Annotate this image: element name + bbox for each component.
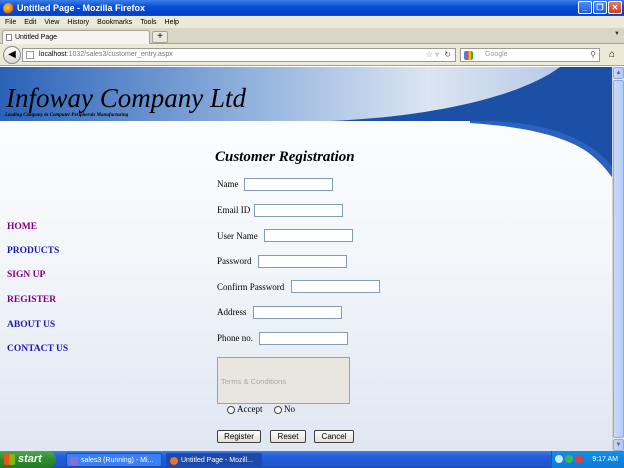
nav-about-link[interactable]: ABOUT US (7, 320, 55, 330)
maximize-button[interactable]: ❐ (593, 1, 607, 14)
firefox-icon (3, 2, 14, 14)
no-radio[interactable] (274, 406, 282, 414)
menu-tools[interactable]: Tools (140, 19, 156, 26)
vertical-scrollbar[interactable]: ▲ ▼ (612, 67, 624, 451)
url-host: localhost (39, 51, 67, 58)
page-content: Infoway Company Ltd Leading Company in C… (0, 67, 612, 451)
menu-view[interactable]: View (44, 19, 59, 26)
taskbar-item-label: Untitled Page - Mozill... (181, 457, 253, 464)
scrollbar-thumb[interactable] (613, 80, 624, 438)
bookmark-star-icon[interactable]: ☆ ▿ (426, 49, 439, 61)
nav-products-link[interactable]: PRODUCTS (7, 246, 59, 256)
navigation-bar: ◀ localhost:1032/sales3/customer_entry.a… (0, 44, 624, 66)
reload-icon[interactable]: ↻ (444, 49, 451, 61)
tab-untitled-page[interactable]: Untitled Page (2, 30, 150, 44)
accept-radio[interactable] (227, 406, 235, 414)
start-label: start (18, 453, 42, 465)
taskbar: start sales3 (Running) - Mi... Untitled … (0, 451, 624, 468)
tab-bar: Untitled Page + ▼ (0, 28, 624, 44)
taskbar-item-firefox[interactable]: Untitled Page - Mozill... (166, 453, 262, 467)
phone-label: Phone no. (217, 333, 253, 343)
page-icon (6, 34, 12, 41)
menu-bookmarks[interactable]: Bookmarks (97, 19, 132, 26)
confirm-password-label: Confirm Password (217, 282, 285, 292)
new-tab-button[interactable]: + (152, 31, 168, 43)
window-controls: _ ❐ ✕ (578, 1, 622, 14)
visual-studio-icon (70, 457, 78, 465)
tab-label: Untitled Page (15, 34, 58, 41)
menu-edit[interactable]: Edit (24, 19, 36, 26)
nav-register-link[interactable]: REGISTER (7, 295, 56, 305)
username-label: User Name (217, 231, 258, 241)
menu-file[interactable]: File (5, 19, 16, 26)
system-tray: 9:17 AM (551, 451, 624, 468)
register-button[interactable]: Register (217, 430, 261, 443)
nav-signup-link[interactable]: SIGN UP (7, 270, 45, 280)
company-name: Infoway Company Ltd (6, 83, 246, 113)
nav-contact-link[interactable]: CONTACT US (7, 344, 68, 354)
reset-button[interactable]: Reset (270, 430, 306, 443)
phone-field[interactable] (259, 332, 348, 345)
taskbar-item-sales3[interactable]: sales3 (Running) - Mi... (66, 453, 162, 467)
start-button[interactable]: start (0, 451, 56, 468)
address-label: Address (217, 307, 247, 317)
form-title: Customer Registration (215, 149, 355, 165)
search-icon[interactable]: ⚲ (590, 49, 596, 61)
window-title: Untitled Page - Mozilla Firefox (17, 3, 146, 13)
email-label: Email ID (217, 205, 251, 215)
alert-icon[interactable] (575, 455, 583, 463)
email-field[interactable] (254, 204, 343, 217)
terms-textarea[interactable]: Terms & Conditions (217, 357, 350, 404)
confirm-password-field[interactable] (291, 280, 380, 293)
firefox-icon (170, 457, 178, 465)
address-field[interactable] (253, 306, 342, 319)
site-header: Infoway Company Ltd Leading Company in C… (0, 67, 612, 177)
search-placeholder: Google (485, 51, 508, 58)
home-icon[interactable]: ⌂ (604, 48, 620, 62)
tab-list-chevron-icon[interactable]: ▼ (614, 31, 620, 37)
window-title-bar: Untitled Page - Mozilla Firefox _ ❐ ✕ (0, 0, 624, 16)
security-icon[interactable] (565, 455, 573, 463)
google-icon[interactable] (464, 51, 473, 60)
scroll-up-arrow-icon[interactable]: ▲ (613, 67, 624, 79)
minimize-button[interactable]: _ (578, 1, 592, 14)
windows-logo-icon (4, 454, 15, 465)
back-button[interactable]: ◀ (3, 46, 21, 64)
name-field[interactable] (244, 178, 333, 191)
menu-bar: File Edit View History Bookmarks Tools H… (0, 16, 624, 28)
accept-label: Accept (237, 404, 263, 414)
search-box[interactable]: Google ⚲ (460, 48, 600, 62)
url-path: :1032/sales3/customer_entry.aspx (66, 51, 173, 58)
network-icon[interactable] (555, 455, 563, 463)
password-field[interactable] (258, 255, 347, 268)
name-label: Name (217, 179, 239, 189)
close-button[interactable]: ✕ (608, 1, 622, 14)
company-tagline: Leading Company in Computer Peripherals … (5, 113, 129, 118)
address-bar[interactable]: localhost:1032/sales3/customer_entry.asp… (22, 48, 456, 62)
site-identity-icon[interactable] (26, 51, 34, 59)
clock: 9:17 AM (592, 456, 618, 463)
no-label: No (284, 404, 295, 414)
taskbar-item-label: sales3 (Running) - Mi... (81, 457, 154, 464)
nav-home-link[interactable]: HOME (7, 222, 37, 232)
menu-help[interactable]: Help (165, 19, 179, 26)
scroll-down-arrow-icon[interactable]: ▼ (613, 439, 624, 451)
username-field[interactable] (264, 229, 353, 242)
cancel-button[interactable]: Cancel (314, 430, 354, 443)
menu-history[interactable]: History (67, 19, 89, 26)
password-label: Password (217, 256, 252, 266)
